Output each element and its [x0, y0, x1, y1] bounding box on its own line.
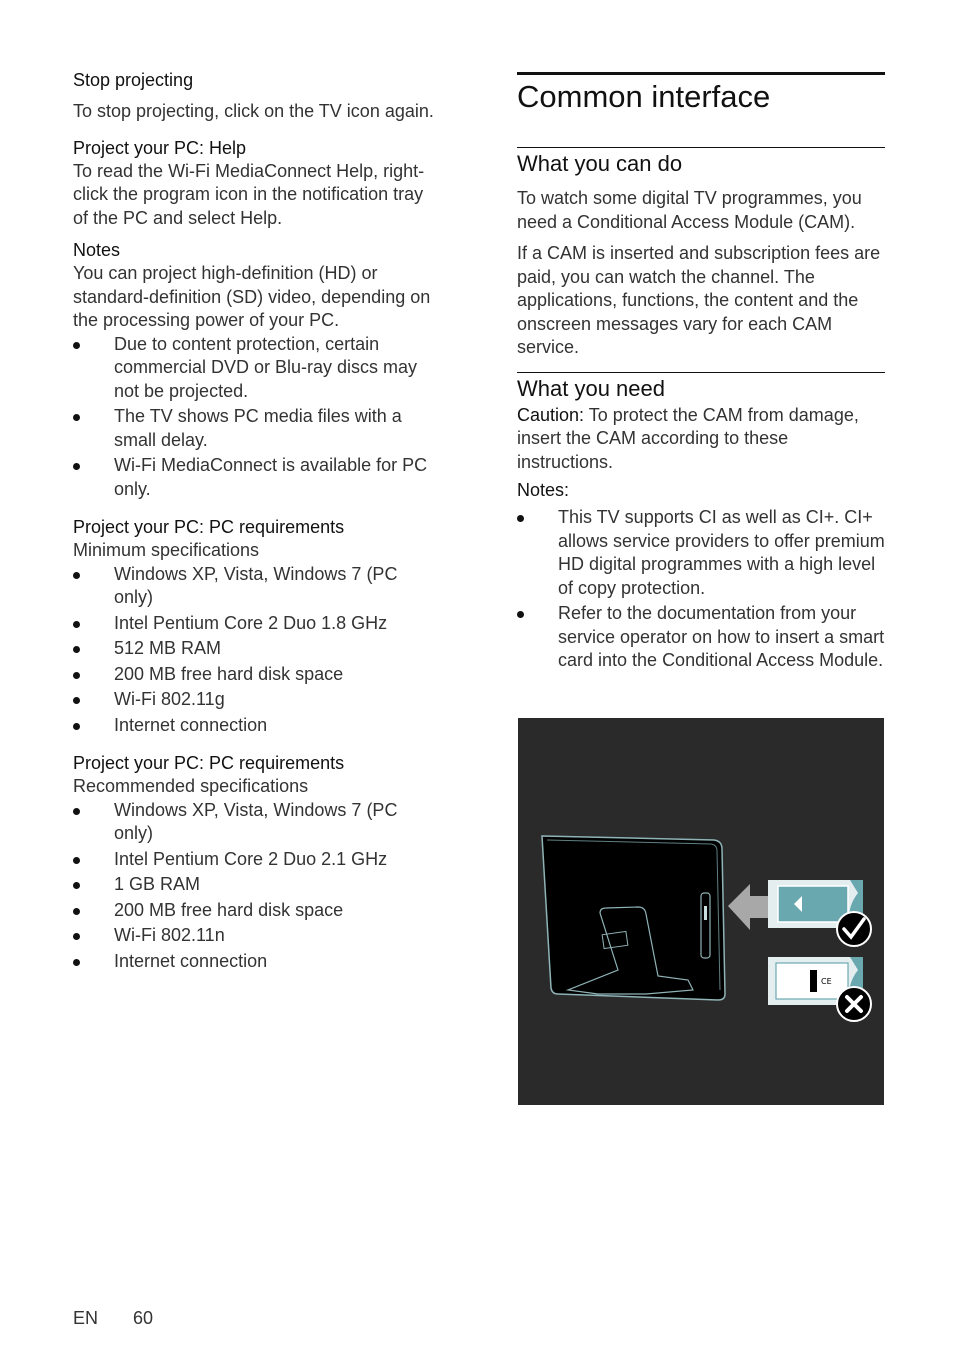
list-item: Intel Pentium Core 2 Duo 1.8 GHz [73, 612, 441, 636]
bullet-icon [73, 856, 80, 864]
bullet-icon [73, 620, 80, 628]
cam-insertion-illustration: CE [518, 718, 884, 1105]
can-do-p2: If a CAM is inserted and subscription fe… [517, 243, 881, 357]
need-heading: What you need [517, 371, 885, 404]
bullet-icon [73, 697, 80, 704]
footer-language: EN [73, 1308, 99, 1328]
notes-text: You can project high-definition (HD) or … [73, 263, 431, 330]
tv-back-icon [541, 835, 726, 1001]
list-item: This TV supports CI as well as CI+. CI+ … [517, 506, 885, 600]
min-req-subheading: Minimum specifications [73, 540, 260, 560]
min-req-heading: Project your PC: PC requirements [73, 517, 345, 537]
list-item: Windows XP, Vista, Windows 7 (PC only) [73, 799, 441, 846]
bullet-icon [73, 646, 80, 653]
page-footer: EN 60 [73, 1308, 183, 1329]
notes-heading: Notes [73, 240, 121, 260]
cam-illustration-svg: CE [541, 835, 872, 1022]
list-item: Due to content protection, certain comme… [73, 333, 441, 404]
insert-arrow-icon [728, 884, 770, 930]
bullet-icon [73, 722, 80, 730]
need-notes-label: Notes: [517, 480, 570, 500]
right-column: Common interface What you can do To watc… [517, 72, 885, 675]
list-item: Wi-Fi 802.11n [73, 924, 441, 948]
rec-req-list: Windows XP, Vista, Windows 7 (PC only) I… [73, 799, 441, 974]
bullet-icon [73, 414, 80, 421]
page-number: 60 [133, 1308, 154, 1328]
bullet-icon [73, 933, 80, 940]
can-do-heading: What you can do [517, 147, 885, 179]
caution-label: Caution: [517, 404, 585, 425]
list-item: Internet connection [73, 714, 441, 738]
can-do-p1: To watch some digital TV programmes, you… [517, 188, 862, 232]
caution-paragraph: Caution: To protect the CAM from damage,… [517, 404, 885, 475]
cam-card-incorrect: CE [768, 957, 872, 1022]
cam-card-correct [768, 880, 872, 947]
stop-projecting-heading: Stop projecting [73, 70, 194, 90]
bullet-icon [73, 341, 80, 349]
bullet-icon [517, 611, 524, 618]
bullet-icon [517, 515, 524, 522]
help-heading: Project your PC: Help [73, 137, 247, 158]
bullet-icon [73, 958, 80, 966]
list-item: 200 MB free hard disk space [73, 899, 441, 923]
stop-projecting-text: To stop projecting, click on the TV icon… [73, 101, 434, 121]
list-item: The TV shows PC media files with a small… [73, 405, 441, 452]
min-req-list: Windows XP, Vista, Windows 7 (PC only) I… [73, 563, 441, 738]
list-item: Wi-Fi 802.11g [73, 688, 441, 712]
left-column: Stop projecting To stop projecting, clic… [73, 68, 441, 975]
help-text: To read the Wi-Fi MediaConnect Help, rig… [73, 160, 425, 228]
page-title: Common interface [517, 72, 885, 117]
bullet-icon [73, 907, 80, 915]
bullet-icon [73, 807, 80, 815]
rec-req-heading: Project your PC: PC requirements [73, 753, 345, 773]
need-notes-list: This TV supports CI as well as CI+. CI+ … [517, 506, 885, 673]
svg-text:CE: CE [821, 977, 832, 986]
list-item: Windows XP, Vista, Windows 7 (PC only) [73, 563, 441, 610]
check-icon [836, 911, 872, 947]
list-item: 1 GB RAM [73, 873, 441, 897]
notes-list: Due to content protection, certain comme… [73, 333, 441, 502]
list-item: Refer to the documentation from your ser… [517, 602, 885, 673]
bullet-icon [73, 463, 80, 470]
bullet-icon [73, 882, 80, 889]
rec-req-subheading: Recommended specifications [73, 776, 309, 796]
list-item: Wi-Fi MediaConnect is available for PC o… [73, 454, 441, 501]
list-item: 512 MB RAM [73, 637, 441, 661]
list-item: Intel Pentium Core 2 Duo 2.1 GHz [73, 848, 441, 872]
list-item: 200 MB free hard disk space [73, 663, 441, 687]
bullet-icon [73, 671, 80, 679]
bullet-icon [73, 571, 80, 579]
list-item: Internet connection [73, 950, 441, 974]
